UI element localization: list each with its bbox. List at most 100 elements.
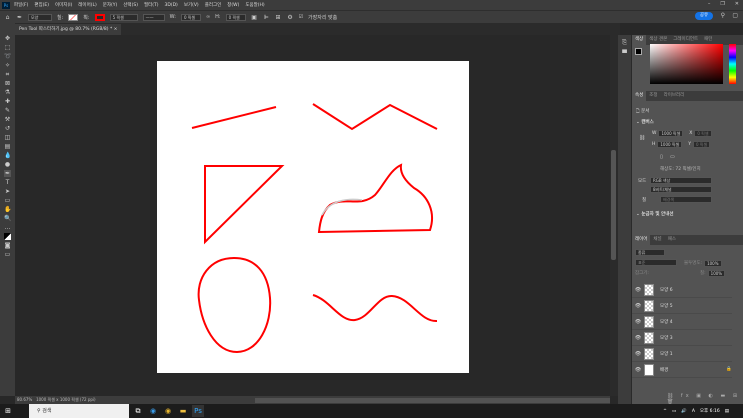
tab-paths[interactable]: 패스 xyxy=(665,235,679,245)
fill-select[interactable]: 배경색 xyxy=(660,196,712,203)
stroke-swatch[interactable] xyxy=(94,13,105,21)
menu-file[interactable]: 파일(F) xyxy=(14,2,28,8)
healing-brush-tool-icon[interactable]: ✚ xyxy=(4,98,11,105)
dodge-tool-icon[interactable]: ● xyxy=(4,161,11,168)
history-brush-icon[interactable]: ↺ xyxy=(4,125,11,132)
link-icon[interactable]: ∞ xyxy=(206,14,210,20)
frame-tool-icon[interactable]: ⊠ xyxy=(4,80,11,87)
h-field[interactable]: 0 픽셀 xyxy=(225,13,246,21)
close-icon[interactable]: ✕ xyxy=(735,1,739,7)
opacity-field[interactable]: 100% xyxy=(704,260,722,267)
stroke-width-field[interactable]: 5 픽셀 xyxy=(109,13,138,21)
hand-tool-icon[interactable]: ✋ xyxy=(4,206,11,213)
rectangle-tool-icon[interactable]: ▭ xyxy=(4,197,11,204)
path-operations-icon[interactable]: ▣ xyxy=(251,14,258,21)
menu-image[interactable]: 이미지(I) xyxy=(55,2,72,8)
home-icon[interactable]: ⌂ xyxy=(4,14,11,21)
share-button[interactable]: 공유 xyxy=(695,12,713,20)
foreground-background-icon[interactable] xyxy=(4,233,11,240)
clock[interactable]: 오후 6:16 xyxy=(700,408,720,414)
menu-filter[interactable]: 필터(T) xyxy=(144,2,159,8)
tab-adjustments[interactable]: 조정 xyxy=(646,91,660,101)
eyedropper-tool-icon[interactable]: ⚗ xyxy=(4,89,11,96)
eye-icon[interactable]: 👁 xyxy=(632,287,644,293)
bit-depth-select[interactable]: 8비트/채널 xyxy=(650,186,712,193)
layer-filter-select[interactable]: 종류 xyxy=(635,249,665,256)
magic-wand-tool-icon[interactable]: ✧ xyxy=(4,62,11,69)
eye-icon[interactable]: 👁 xyxy=(632,335,644,341)
menu-window[interactable]: 창(W) xyxy=(227,2,239,8)
edge-icon[interactable]: ◉ xyxy=(147,405,159,417)
fill-opacity-field[interactable]: 100% xyxy=(707,270,726,277)
screen-mode-icon[interactable]: ▭ xyxy=(4,251,11,258)
w-field[interactable]: 0 픽셀 xyxy=(180,13,201,21)
document-canvas[interactable] xyxy=(157,61,469,373)
canvas-height-field[interactable]: 1000 픽셀 xyxy=(657,141,683,148)
minimize-icon[interactable]: – xyxy=(708,1,711,7)
menu-layer[interactable]: 레이어(L) xyxy=(78,2,96,8)
more-tools-icon[interactable]: … xyxy=(4,224,11,231)
pen-tool-icon[interactable]: ✒ xyxy=(4,170,11,177)
blend-mode-select[interactable]: 표준 xyxy=(635,259,677,266)
crop-tool-icon[interactable]: ⌗ xyxy=(4,71,11,78)
layer-row[interactable]: 👁 모양 5 xyxy=(632,298,732,314)
layer-row[interactable]: 👁 모양 4 xyxy=(632,314,732,330)
quick-mask-icon[interactable]: ◙ xyxy=(4,242,11,249)
canvas-y-field[interactable]: 0 픽셀 xyxy=(692,141,711,148)
vertical-scrollbar[interactable] xyxy=(610,35,618,396)
gradient-tool-icon[interactable]: ▤ xyxy=(4,143,11,150)
history-panel-icon[interactable]: ⎘ xyxy=(621,39,628,46)
zoom-level[interactable]: 80.67% xyxy=(17,397,32,402)
pen-tool-icon[interactable]: ✒ xyxy=(16,14,23,21)
menu-help[interactable]: 도움말(H) xyxy=(245,2,264,8)
photoshop-taskbar-icon[interactable]: Ps xyxy=(192,405,204,417)
zoom-tool-icon[interactable]: 🔍 xyxy=(4,215,11,222)
hue-slider[interactable] xyxy=(729,44,736,84)
canvas-x-field[interactable]: 0 픽셀 xyxy=(694,130,712,137)
ime-icon[interactable]: A xyxy=(692,409,695,414)
stamp-tool-icon[interactable]: ⚒ xyxy=(4,116,11,123)
fill-swatch[interactable] xyxy=(68,13,79,21)
file-explorer-icon[interactable]: ▬ xyxy=(177,405,189,417)
align-edges-checkbox[interactable]: ☑ xyxy=(299,14,303,20)
notifications-icon[interactable]: ▤ xyxy=(725,409,729,414)
layer-row[interactable]: 👁 모양 3 xyxy=(632,330,732,346)
blur-tool-icon[interactable]: 💧 xyxy=(4,152,11,159)
path-alignment-icon[interactable]: ⊫ xyxy=(263,14,270,21)
eye-icon[interactable]: 👁 xyxy=(632,303,644,309)
tab-color[interactable]: 색상 xyxy=(632,35,647,45)
tab-libraries[interactable]: 라이브러리 xyxy=(661,91,688,101)
type-tool-icon[interactable]: T xyxy=(4,179,11,186)
workspace-icon[interactable]: ▢ xyxy=(732,12,738,19)
chevron-down-icon[interactable]: ⌄ xyxy=(636,212,640,217)
eye-icon[interactable]: 👁 xyxy=(632,319,644,325)
brush-tool-icon[interactable]: ✎ xyxy=(4,107,11,114)
layer-row[interactable]: 👁 배경 🔒 xyxy=(632,362,732,378)
eraser-tool-icon[interactable]: ◫ xyxy=(4,134,11,141)
tab-layers[interactable]: 레이어 xyxy=(632,235,651,245)
layer-row[interactable]: 👁 모양 6 xyxy=(632,282,732,298)
tab-channels[interactable]: 채널 xyxy=(650,235,664,245)
link-icon[interactable]: ⛓ xyxy=(639,135,645,141)
eye-icon[interactable]: 👁 xyxy=(632,367,644,373)
gear-icon[interactable]: ⚙ xyxy=(287,14,294,21)
tab-properties[interactable]: 속성 xyxy=(632,91,647,101)
move-tool-icon[interactable]: ✥ xyxy=(4,35,11,42)
menu-edit[interactable]: 편집(E) xyxy=(34,2,49,8)
marquee-tool-icon[interactable]: ⬚ xyxy=(4,44,11,51)
chrome-icon[interactable]: ◉ xyxy=(162,405,174,417)
path-selection-tool-icon[interactable]: ➤ xyxy=(4,188,11,195)
eye-icon[interactable]: 👁 xyxy=(632,351,644,357)
network-icon[interactable]: ▭ xyxy=(672,409,676,414)
volume-icon[interactable]: 🔊 xyxy=(681,409,687,414)
color-field[interactable] xyxy=(650,44,723,84)
menu-3d[interactable]: 3D(D) xyxy=(165,3,178,8)
tray-chevron-icon[interactable]: ^ xyxy=(663,409,667,414)
menu-type[interactable]: 문자(Y) xyxy=(103,2,118,8)
foreground-color-swatch[interactable] xyxy=(635,48,642,55)
lasso-tool-icon[interactable]: ➰ xyxy=(4,53,11,60)
menu-select[interactable]: 선택(S) xyxy=(123,2,138,8)
canvas-width-field[interactable]: 1000 픽셀 xyxy=(658,130,684,137)
close-tab-icon[interactable]: × xyxy=(114,27,118,32)
windows-start-icon[interactable]: ⊞ xyxy=(2,405,14,417)
